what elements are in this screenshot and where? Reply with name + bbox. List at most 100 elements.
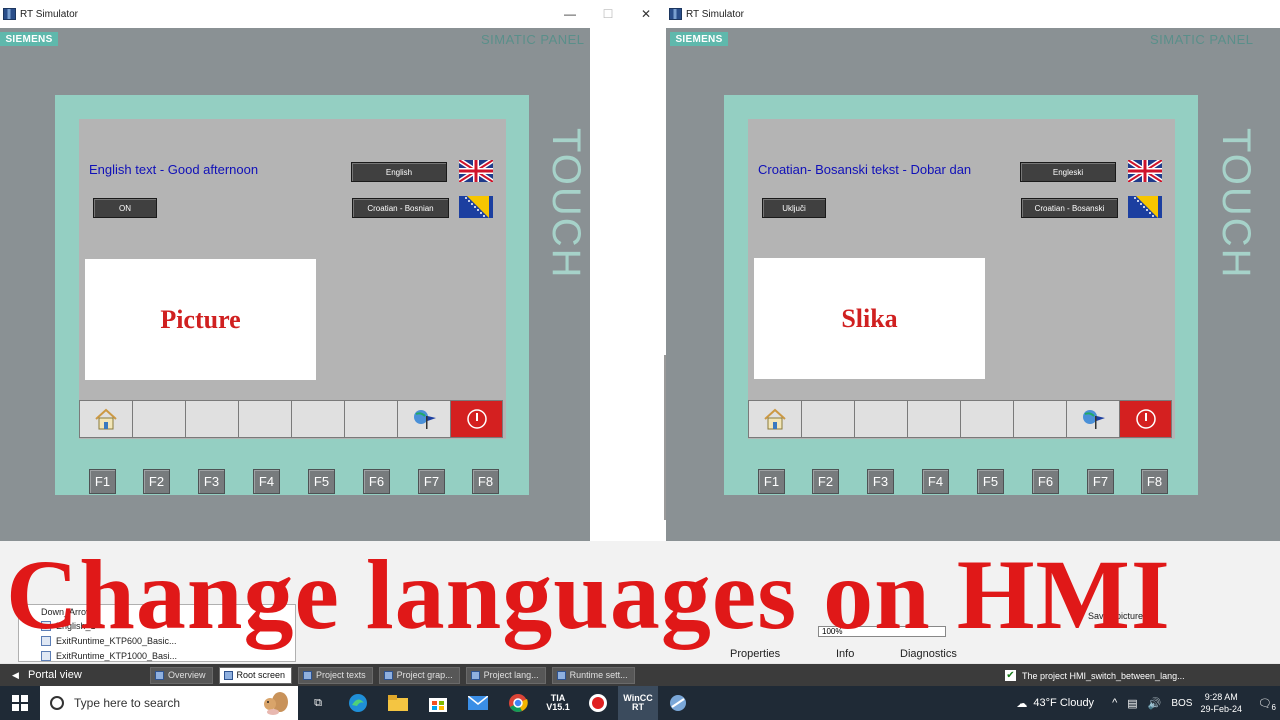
english-button[interactable]: English — [351, 162, 447, 182]
function-slot-2[interactable] — [801, 400, 854, 438]
rt-simulator-icon — [3, 8, 16, 20]
language-indicator[interactable]: BOS — [1171, 698, 1192, 709]
maximize-button[interactable]: ☐ — [589, 0, 627, 28]
simatic-panel-label: SIMATIC PANEL — [1150, 32, 1254, 47]
language-globe-icon[interactable] — [1066, 400, 1119, 438]
fkey-f4[interactable]: F4 — [922, 469, 949, 494]
home-icon[interactable] — [748, 400, 801, 438]
function-slot-4[interactable] — [238, 400, 291, 438]
uk-flag-icon[interactable] — [1128, 160, 1162, 182]
tab-root-screen[interactable]: Root screen — [218, 666, 293, 684]
notification-center-icon[interactable]: 🗨 6 — [1250, 697, 1280, 712]
portal-view-button[interactable]: Portal view — [0, 664, 140, 686]
close-button[interactable]: ✕ — [627, 0, 665, 28]
fkey-f1[interactable]: F1 — [758, 469, 785, 494]
titlebar-left[interactable]: RT Simulator — ☐ ✕ — [0, 0, 665, 28]
search-icon — [50, 696, 64, 710]
window-title: RT Simulator — [20, 8, 78, 20]
fkey-f3[interactable]: F3 — [198, 469, 225, 494]
tab-label: Project texts — [316, 670, 366, 680]
fkey-f6[interactable]: F6 — [363, 469, 390, 494]
project-status-message[interactable]: ✔ The project HMI_switch_between_lang... — [1005, 667, 1185, 684]
function-slot-6[interactable] — [1013, 400, 1066, 438]
languages-icon — [470, 670, 480, 680]
touch-label: TOUCH — [544, 128, 588, 280]
tab-runtime-settings[interactable]: Runtime sett... — [551, 666, 635, 684]
tab-project-languages[interactable]: Project lang... — [465, 666, 546, 684]
fkey-f2[interactable]: F2 — [143, 469, 170, 494]
uk-flag-icon[interactable] — [459, 160, 493, 182]
simatic-panel-right: SIEMENS SIMATIC PANEL TOUCH Croatian- Bo… — [666, 28, 1280, 541]
fkey-f6[interactable]: F6 — [1032, 469, 1059, 494]
on-button[interactable]: ON — [93, 198, 157, 218]
fkey-f7[interactable]: F7 — [418, 469, 445, 494]
mail-icon[interactable] — [458, 686, 498, 720]
ukljuci-button[interactable]: Uključi — [762, 198, 826, 218]
simulator-app-icon[interactable] — [658, 686, 698, 720]
fkey-f4[interactable]: F4 — [253, 469, 280, 494]
fkey-f8[interactable]: F8 — [1141, 469, 1168, 494]
hmi-screen: Croatian- Bosanski tekst - Dobar dan Eng… — [748, 119, 1175, 439]
fkey-f8[interactable]: F8 — [472, 469, 499, 494]
bosnia-flag-icon[interactable] — [459, 196, 493, 218]
video-headline: Change languages on HMI — [6, 539, 1171, 650]
tia-label: TIA V15.1 — [546, 693, 570, 712]
home-icon[interactable] — [79, 400, 132, 438]
fkey-row: F1 F2 F3 F4 F5 F6 F7 F8 — [79, 469, 506, 495]
fkey-f1[interactable]: F1 — [89, 469, 116, 494]
chrome-icon[interactable] — [498, 686, 538, 720]
function-slot-4[interactable] — [907, 400, 960, 438]
titlebar-right[interactable]: RT Simulator — [666, 0, 1280, 28]
croatian-bosanski-button[interactable]: Croatian - Bosanski — [1021, 198, 1118, 218]
cloud-icon: ☁ — [1016, 697, 1028, 710]
simatic-panel-left: SIEMENS SIMATIC PANEL TOUCH English text… — [0, 28, 590, 541]
tia-portal-icon[interactable]: TIA V15.1 — [538, 686, 578, 720]
function-slot-5[interactable] — [291, 400, 344, 438]
window-title: RT Simulator — [686, 8, 744, 20]
volume-icon[interactable]: 🔊 — [1148, 697, 1162, 710]
tab-overview[interactable]: Overview — [150, 666, 213, 684]
croatian-bosnian-button[interactable]: Croatian - Bosnian — [352, 198, 449, 218]
exit-power-icon[interactable] — [450, 400, 503, 438]
function-slot-2[interactable] — [132, 400, 185, 438]
panel-bezel: Croatian- Bosanski tekst - Dobar dan Eng… — [724, 95, 1198, 495]
weather-text[interactable]: 43°F Cloudy — [1033, 697, 1094, 709]
tab-project-texts[interactable]: Project texts — [298, 666, 373, 684]
edge-browser-icon[interactable] — [338, 686, 378, 720]
rt-simulator-window-left: RT Simulator — ☐ ✕ SIEMENS SIMATIC PANEL… — [0, 0, 665, 600]
show-hidden-icons-chevron-icon[interactable]: ^ — [1112, 697, 1117, 709]
language-globe-icon[interactable] — [397, 400, 450, 438]
minimize-button[interactable]: — — [551, 0, 589, 28]
fkey-f5[interactable]: F5 — [977, 469, 1004, 494]
desktop: RT Simulator — ☐ ✕ SIEMENS SIMATIC PANEL… — [0, 0, 1280, 720]
wincc-label: WinCC RT — [623, 693, 653, 712]
task-view-icon[interactable]: ⧉ — [298, 686, 338, 720]
wincc-runtime-icon[interactable]: WinCC RT — [618, 686, 658, 720]
system-clock[interactable]: 9:28 AM 29-Feb-24 — [1200, 691, 1242, 715]
system-tray: ☁ 43°F Cloudy ^ ▤ 🔊 BOS 9:28 AM 29-Feb-2… — [1016, 686, 1280, 720]
fkey-f5[interactable]: F5 — [308, 469, 335, 494]
fkey-f2[interactable]: F2 — [812, 469, 839, 494]
picture-graphic: Slika — [754, 258, 985, 379]
fkey-f7[interactable]: F7 — [1087, 469, 1114, 494]
function-slot-3[interactable] — [185, 400, 238, 438]
taskbar-search-input[interactable]: Type here to search — [40, 686, 298, 720]
function-slot-3[interactable] — [854, 400, 907, 438]
language-text: English text - Good afternoon — [89, 162, 259, 177]
bosnia-flag-icon[interactable] — [1128, 196, 1162, 218]
engleski-button[interactable]: Engleski — [1020, 162, 1116, 182]
clock-date: 29-Feb-24 — [1200, 704, 1242, 714]
function-slot-5[interactable] — [960, 400, 1013, 438]
windows-start-button[interactable] — [0, 686, 40, 720]
function-slot-6[interactable] — [344, 400, 397, 438]
store-icon[interactable] — [418, 686, 458, 720]
tab-label: Root screen — [236, 670, 286, 680]
network-icon[interactable]: ▤ — [1127, 697, 1137, 710]
windows-logo-icon — [12, 695, 28, 711]
exit-power-icon[interactable] — [1119, 400, 1172, 438]
fkey-f3[interactable]: F3 — [867, 469, 894, 494]
hmi-screen: English text - Good afternoon English Cr… — [79, 119, 506, 439]
file-explorer-icon[interactable] — [378, 686, 418, 720]
record-icon[interactable] — [578, 686, 618, 720]
tab-project-graphics[interactable]: Project grap... — [378, 666, 460, 684]
